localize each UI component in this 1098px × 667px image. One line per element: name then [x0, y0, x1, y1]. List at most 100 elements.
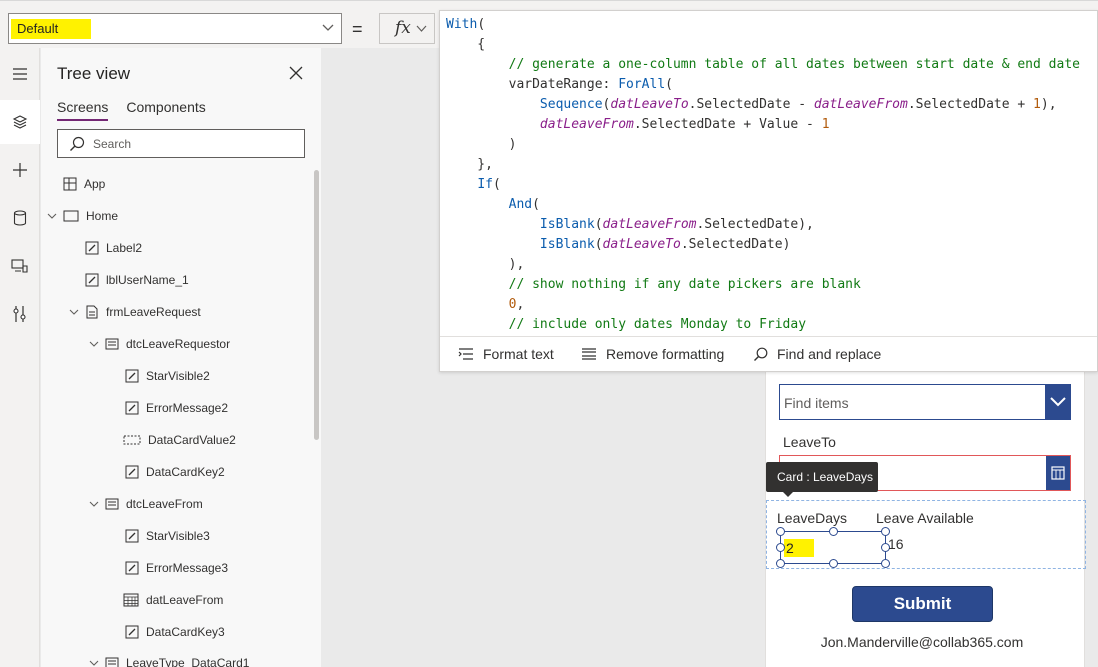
media-icon[interactable] — [6, 252, 34, 280]
chevron-down-icon[interactable] — [89, 499, 99, 509]
close-icon[interactable] — [288, 65, 304, 81]
remove-formatting-button[interactable]: Remove formatting — [581, 346, 724, 362]
chevron-down-icon[interactable] — [89, 658, 99, 667]
search-icon — [754, 347, 768, 361]
calendar-icon — [1051, 466, 1065, 480]
resize-handle[interactable] — [881, 559, 890, 568]
property-value: Default — [11, 19, 91, 39]
tree-node-datacardkey2[interactable]: DataCardKey2 — [125, 461, 225, 483]
tree-view-title: Tree view — [57, 64, 131, 83]
leave-type-dropdown[interactable]: Find items — [779, 384, 1071, 420]
resize-handle[interactable] — [776, 543, 785, 552]
tree-tabs: Screens Components — [57, 99, 206, 121]
tree-node-datacardkey3[interactable]: DataCardKey3 — [125, 621, 225, 643]
chevron-down-icon — [416, 25, 427, 32]
leave-available-value: 16 — [888, 536, 904, 552]
tree-node-errormessage2[interactable]: ErrorMessage2 — [125, 397, 228, 419]
label-icon — [125, 529, 139, 543]
label-icon — [125, 369, 139, 383]
tree-node-starvisible3[interactable]: StarVisible3 — [125, 525, 210, 547]
app-icon — [63, 177, 77, 191]
chevron-down-icon[interactable] — [47, 211, 57, 221]
leave-available-label: Leave Available — [876, 510, 974, 526]
tree-node-datleavefrom[interactable]: datLeaveFrom — [123, 589, 223, 611]
tree-node-home[interactable]: Home — [47, 205, 118, 227]
tree-node-label: App — [84, 177, 106, 191]
search-input[interactable] — [93, 134, 293, 154]
tree-node-datacardvalue2[interactable]: DataCardValue2 — [123, 429, 236, 451]
editor-footer: Format text Remove formatting Find and r… — [440, 336, 1097, 371]
dropdown-toggle[interactable] — [1045, 385, 1070, 419]
format-text-button[interactable]: Format text — [458, 346, 554, 362]
leave-days-label: LeaveDays — [777, 510, 848, 526]
dropdown-placeholder: Find items — [784, 395, 849, 411]
tab-components[interactable]: Components — [126, 99, 205, 121]
tab-screens[interactable]: Screens — [57, 99, 109, 121]
tree-node-lblusername[interactable]: lblUserName_1 — [85, 269, 189, 291]
tree-node-label: DataCardKey2 — [146, 465, 225, 479]
chevron-down-icon — [322, 24, 334, 31]
tree-node-frmleaverequest[interactable]: frmLeaveRequest — [69, 301, 201, 323]
formula-editor[interactable]: With( { // generate a one-column table o… — [439, 10, 1098, 372]
label-icon — [125, 561, 139, 575]
tree-node-label: DataCardValue2 — [148, 433, 236, 447]
tree-node-label2[interactable]: Label2 — [85, 237, 142, 259]
format-text-icon — [458, 348, 473, 360]
tree-node-label: ErrorMessage2 — [146, 401, 229, 415]
tree-node-label: Label2 — [106, 241, 143, 255]
screen-icon — [63, 210, 79, 222]
card-icon — [105, 657, 119, 667]
left-rail — [0, 48, 40, 667]
resize-handle[interactable] — [881, 527, 890, 536]
tree-node-leavetype-datacard1[interactable]: LeaveType_DataCard1 — [89, 652, 249, 667]
tree-node-label: dtcLeaveFrom — [126, 497, 203, 511]
tree-node-dtcleaverequestor[interactable]: dtcLeaveRequestor — [89, 333, 230, 355]
leave-days-value: 2 — [784, 539, 814, 557]
resize-handle[interactable] — [829, 527, 838, 536]
label-icon — [85, 273, 99, 287]
formula-code[interactable]: With( { // generate a one-column table o… — [446, 15, 1080, 335]
card-icon — [105, 498, 119, 510]
fx-button[interactable]: fx — [379, 13, 435, 44]
label-icon — [125, 625, 139, 639]
calendar-icon — [123, 593, 139, 607]
tree-node-label: lblUserName_1 — [106, 273, 189, 287]
tree-node-label: datLeaveFrom — [146, 593, 224, 607]
resize-handle[interactable] — [829, 559, 838, 568]
tree-search-box[interactable] — [57, 129, 305, 158]
label-icon — [125, 465, 139, 479]
resize-handle[interactable] — [776, 559, 785, 568]
insert-plus-icon[interactable] — [6, 156, 34, 184]
label-icon — [125, 401, 139, 415]
tree-node-label: StarVisible3 — [146, 529, 210, 543]
calendar-button[interactable] — [1046, 456, 1070, 490]
user-email-label: Jon.Manderville@collab365.com — [820, 634, 1024, 650]
chevron-down-icon — [1049, 397, 1066, 407]
leave-to-label: LeaveTo — [783, 434, 836, 450]
hamburger-menu-icon[interactable] — [6, 60, 34, 88]
tree-node-app[interactable]: App — [63, 173, 105, 195]
app-canvas: Find items LeaveTo Card : LeaveDays Leav… — [765, 372, 1086, 667]
tree-node-label: frmLeaveRequest — [106, 305, 201, 319]
find-replace-button[interactable]: Find and replace — [753, 346, 881, 362]
remove-formatting-icon — [582, 348, 596, 360]
resize-handle[interactable] — [776, 527, 785, 536]
chevron-down-icon[interactable] — [89, 339, 99, 349]
advanced-tools-icon[interactable] — [6, 300, 34, 328]
tree-scrollbar[interactable] — [314, 170, 319, 440]
textinput-icon — [123, 435, 141, 445]
card-tooltip: Card : LeaveDays — [766, 462, 878, 497]
find-replace-label: Find and replace — [777, 346, 882, 362]
tree-node-label: LeaveType_DataCard1 — [126, 656, 250, 667]
database-icon[interactable] — [6, 204, 34, 232]
tree-node-starvisible2[interactable]: StarVisible2 — [125, 365, 210, 387]
submit-button[interactable]: Submit — [852, 586, 993, 622]
layers-icon[interactable] — [6, 108, 34, 136]
equals-sign: = — [352, 19, 363, 39]
tree-node-dtcleavefrom[interactable]: dtcLeaveFrom — [89, 493, 203, 515]
tree-node-label: Home — [86, 209, 119, 223]
chevron-down-icon[interactable] — [69, 307, 79, 317]
tree-view-panel: Tree view Screens Components App Home La… — [41, 48, 321, 667]
property-selector[interactable]: Default — [8, 13, 342, 44]
tree-node-errormessage3[interactable]: ErrorMessage3 — [125, 557, 228, 579]
